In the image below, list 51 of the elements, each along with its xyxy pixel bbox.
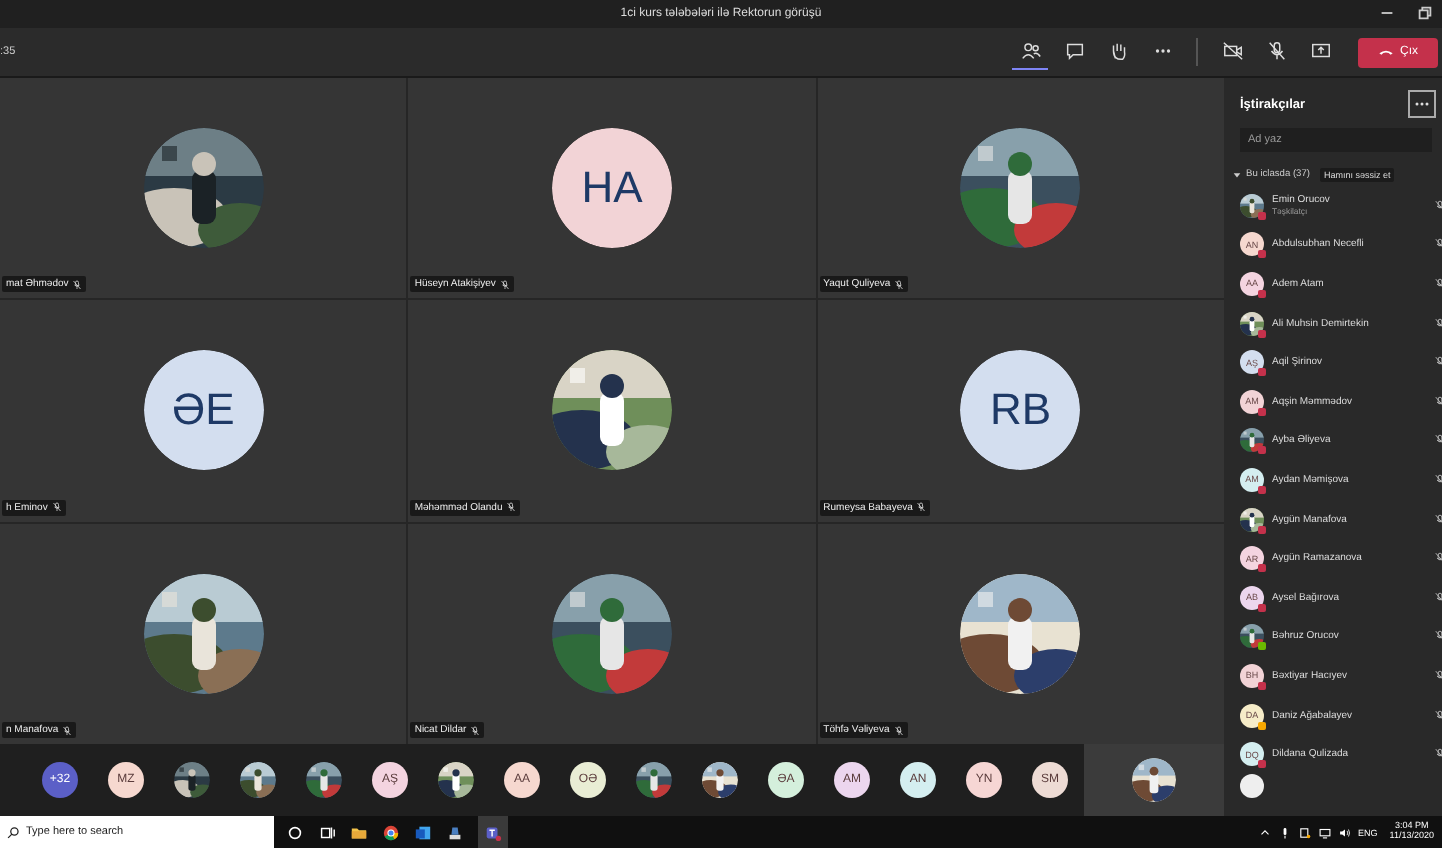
folder-icon[interactable]	[350, 823, 368, 841]
muted-mic-icon	[1434, 356, 1442, 369]
mic-off-icon	[1265, 40, 1287, 62]
teams-taskbar-button[interactable]	[478, 816, 508, 848]
muted-mic-icon	[894, 279, 905, 290]
muted-mic-icon	[470, 725, 481, 735]
muted-mic-icon	[1434, 238, 1442, 251]
camera-off-icon	[1221, 40, 1243, 62]
avatar-initials: HA	[551, 128, 672, 249]
muted-mic-icon	[1434, 199, 1442, 212]
muted-mic-icon	[1434, 277, 1442, 290]
speaker-icon[interactable]	[1338, 825, 1353, 839]
muted-mic-icon	[499, 279, 510, 290]
muted-mic-icon	[1434, 591, 1442, 604]
muted-mic-icon	[893, 725, 904, 735]
muted-mic-icon	[1434, 473, 1442, 486]
monitor-icon[interactable]	[1318, 825, 1333, 839]
more-options-button[interactable]	[1408, 90, 1436, 118]
share-screen-icon	[1309, 40, 1331, 62]
avatar-initials: ƏE	[143, 350, 264, 471]
muted-mic-icon	[62, 725, 73, 735]
people-icon	[1019, 40, 1041, 62]
muted-mic-icon	[1434, 630, 1442, 643]
muted-mic-icon	[1434, 552, 1442, 565]
chat-icon	[1063, 40, 1085, 62]
muted-mic-icon	[1434, 669, 1442, 682]
teams-icon	[484, 823, 502, 841]
restore-icon[interactable]	[1416, 4, 1434, 22]
network-icon[interactable]	[1298, 825, 1313, 839]
search-icon	[6, 825, 20, 839]
muted-mic-icon	[1434, 709, 1442, 722]
app-icon[interactable]	[446, 823, 464, 841]
muted-mic-icon	[1434, 434, 1442, 447]
cortana-icon[interactable]	[286, 823, 304, 841]
avatar-initials: RB	[960, 350, 1081, 471]
muted-mic-icon	[1434, 317, 1442, 330]
muted-mic-icon	[1434, 748, 1442, 761]
chrome-icon[interactable]	[382, 823, 400, 841]
muted-mic-icon	[1434, 513, 1442, 526]
more-icon	[1412, 100, 1432, 108]
chevron-up-icon[interactable]	[1258, 825, 1273, 839]
muted-mic-icon	[72, 279, 83, 290]
task-view-icon[interactable]	[318, 823, 336, 841]
caret-icon[interactable]	[1232, 170, 1242, 180]
phone-icon	[1378, 48, 1394, 56]
muted-mic-icon	[1434, 395, 1442, 408]
muted-mic-icon	[51, 502, 62, 513]
muted-mic-icon	[506, 502, 517, 513]
muted-mic-icon	[916, 502, 927, 513]
word-icon[interactable]	[414, 823, 432, 841]
hand-icon	[1107, 40, 1129, 62]
